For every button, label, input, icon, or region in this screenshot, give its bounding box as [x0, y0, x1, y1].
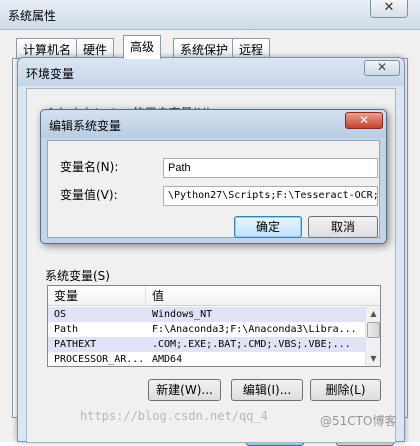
edit-dialog-titlebar: 编辑系统变量 ✕: [41, 110, 386, 138]
tab-hardware[interactable]: 硬件: [76, 38, 115, 58]
scrollbar-thumb[interactable]: [367, 322, 380, 338]
edit-dialog-body: 变量名(N): Path 变量值(V): \Python27\Scripts;F…: [47, 140, 380, 238]
table-row[interactable]: Path F:\Anaconda3;F:\Anaconda3\Libra...: [48, 322, 366, 337]
edit-variable-button[interactable]: 编辑(I)...: [231, 379, 303, 401]
table-row[interactable]: PROCESSOR_AR... AMD64: [48, 352, 366, 366]
table-row[interactable]: PATHEXT .COM;.EXE;.BAT;.CMD;.VBS;.VBE;..…: [48, 337, 366, 352]
tab-system-protection[interactable]: 系统保护: [173, 38, 236, 58]
dialog-title: 编辑系统变量: [49, 119, 122, 133]
new-variable-button[interactable]: 新建(W)...: [148, 379, 221, 401]
delete-variable-button[interactable]: 删除(L): [310, 379, 381, 401]
table-body: OS Windows_NT Path F:\Anaconda3;F:\Anaco…: [48, 307, 366, 366]
cell-value: AMD64: [152, 354, 183, 365]
cell-variable: PATHEXT: [54, 339, 97, 350]
tab-remote[interactable]: 远程: [232, 38, 271, 58]
cell-value: .COM;.EXE;.BAT;.CMD;.VBS;.VBE;...: [152, 339, 351, 350]
column-header-value[interactable]: 值: [146, 286, 366, 306]
watermark-brand: @51CTO博客: [320, 414, 397, 428]
system-variables-label: 系统变量(S): [45, 269, 110, 283]
tab-computer-name[interactable]: 计算机名: [16, 38, 79, 58]
close-icon[interactable]: ✕: [345, 112, 383, 129]
variable-name-label: 变量名(N):: [60, 160, 119, 174]
table-header: 变量 值: [48, 286, 380, 306]
system-properties-titlebar: 系统属性 ✕: [0, 0, 420, 30]
variable-value-field[interactable]: \Python27\Scripts;F:\Tesseract-OCR;: [163, 186, 378, 206]
cell-variable: Path: [54, 324, 79, 335]
column-header-variable[interactable]: 变量: [48, 286, 146, 306]
window-title: 系统属性: [8, 9, 57, 23]
edit-system-variable-dialog: 编辑系统变量 ✕ 变量名(N): Path 变量值(V): \Python27\…: [40, 109, 387, 244]
edit-ok-button[interactable]: 确定: [234, 216, 302, 238]
system-variables-table[interactable]: 变量 值 OS Windows_NT Path F:\Anaconda3;F:\…: [47, 285, 381, 367]
close-icon[interactable]: ✕: [364, 60, 400, 76]
watermark-url: https://blog.csdn.net/qq_4: [80, 409, 268, 423]
cell-value: Windows_NT: [152, 309, 213, 320]
environment-variables-titlebar: 环境变量 ✕: [18, 58, 404, 86]
variable-name-field[interactable]: Path: [163, 158, 378, 178]
vertical-scrollbar[interactable]: ▲ ▼: [365, 306, 380, 366]
close-icon[interactable]: ✕: [370, 0, 408, 18]
tab-advanced[interactable]: 高级: [123, 35, 162, 59]
cell-value: F:\Anaconda3;F:\Anaconda3\Libra...: [152, 324, 357, 335]
table-row[interactable]: OS Windows_NT: [48, 307, 366, 322]
edit-cancel-button[interactable]: 取消: [308, 216, 378, 238]
scroll-down-arrow-icon[interactable]: ▼: [366, 351, 380, 366]
cell-variable: OS: [54, 309, 67, 320]
window-title: 环境变量: [26, 67, 75, 81]
scroll-up-arrow-icon[interactable]: ▲: [366, 306, 380, 321]
cell-variable: PROCESSOR_AR...: [54, 354, 145, 365]
variable-value-label: 变量值(V):: [60, 188, 118, 202]
